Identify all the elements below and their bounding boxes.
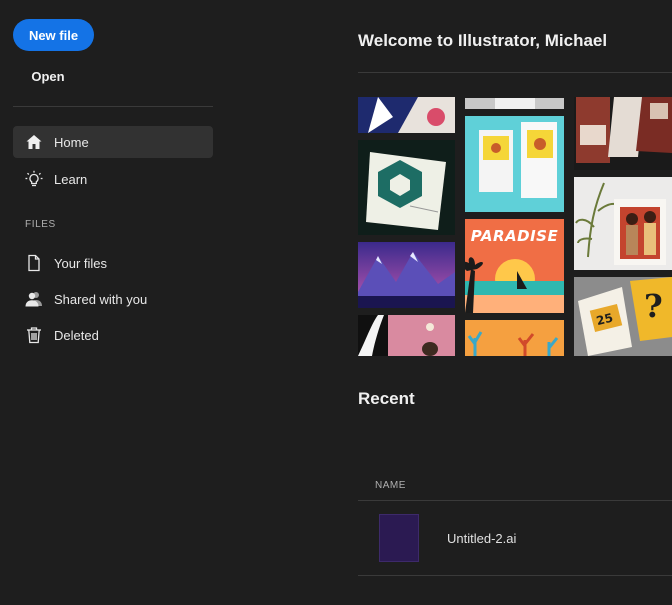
banner-tile-cards: [465, 116, 564, 212]
new-file-button[interactable]: New file: [13, 19, 94, 51]
sidebar-item-shared[interactable]: Shared with you: [13, 283, 213, 315]
banner-tile-hexagon: [358, 140, 455, 235]
sidebar-divider: [13, 106, 213, 107]
files-section-label: FILES: [25, 219, 56, 230]
shared-users-icon: [24, 289, 44, 309]
file-thumbnail: [379, 514, 419, 562]
file-icon: [24, 253, 44, 273]
sidebar-item-your-files[interactable]: Your files: [13, 247, 213, 279]
recent-section-title: Recent: [358, 389, 415, 408]
sidebar-item-label: Shared with you: [54, 291, 148, 307]
header-divider: [358, 72, 672, 73]
sidebar-item-home[interactable]: Home: [13, 126, 213, 158]
sidebar-item-label: Home: [54, 134, 89, 150]
page-title: Welcome to Illustrator, Michael: [358, 31, 608, 50]
home-icon: [24, 132, 44, 152]
lightbulb-icon: [24, 169, 44, 189]
main-content: Welcome to Illustrator, Michael PARADISE…: [228, 0, 672, 605]
table-header-divider: [358, 500, 672, 501]
sidebar: New file Open Home Learn FILES Your file…: [0, 0, 228, 605]
svg-text:?: ?: [644, 287, 663, 325]
banner-tile-figures: [574, 177, 672, 270]
sidebar-item-label: Deleted: [54, 327, 99, 343]
banner-tile-abstract: [358, 97, 455, 133]
banner-tile-magazines: [574, 97, 672, 170]
sidebar-item-label: Learn: [54, 171, 88, 187]
banner-tile-top: [465, 97, 564, 109]
sidebar-item-deleted[interactable]: Deleted: [13, 319, 213, 351]
banner-tile-paradise: PARADISE: [465, 219, 564, 313]
banner-tile-posters: 25?: [574, 277, 672, 356]
file-name: Untitled-2.ai: [447, 531, 517, 546]
trash-icon: [24, 325, 44, 345]
table-row-divider: [358, 575, 672, 576]
banner-tile-owl: [358, 315, 455, 356]
column-header-name[interactable]: NAME: [375, 480, 406, 491]
banner-tile-coral: [465, 320, 564, 356]
sidebar-item-learn[interactable]: Learn: [13, 163, 213, 195]
open-button[interactable]: Open: [13, 62, 83, 90]
banner-tile-mountains: [358, 242, 455, 308]
sidebar-item-label: Your files: [54, 255, 107, 271]
paradise-poster-text: PARADISE: [470, 227, 559, 245]
